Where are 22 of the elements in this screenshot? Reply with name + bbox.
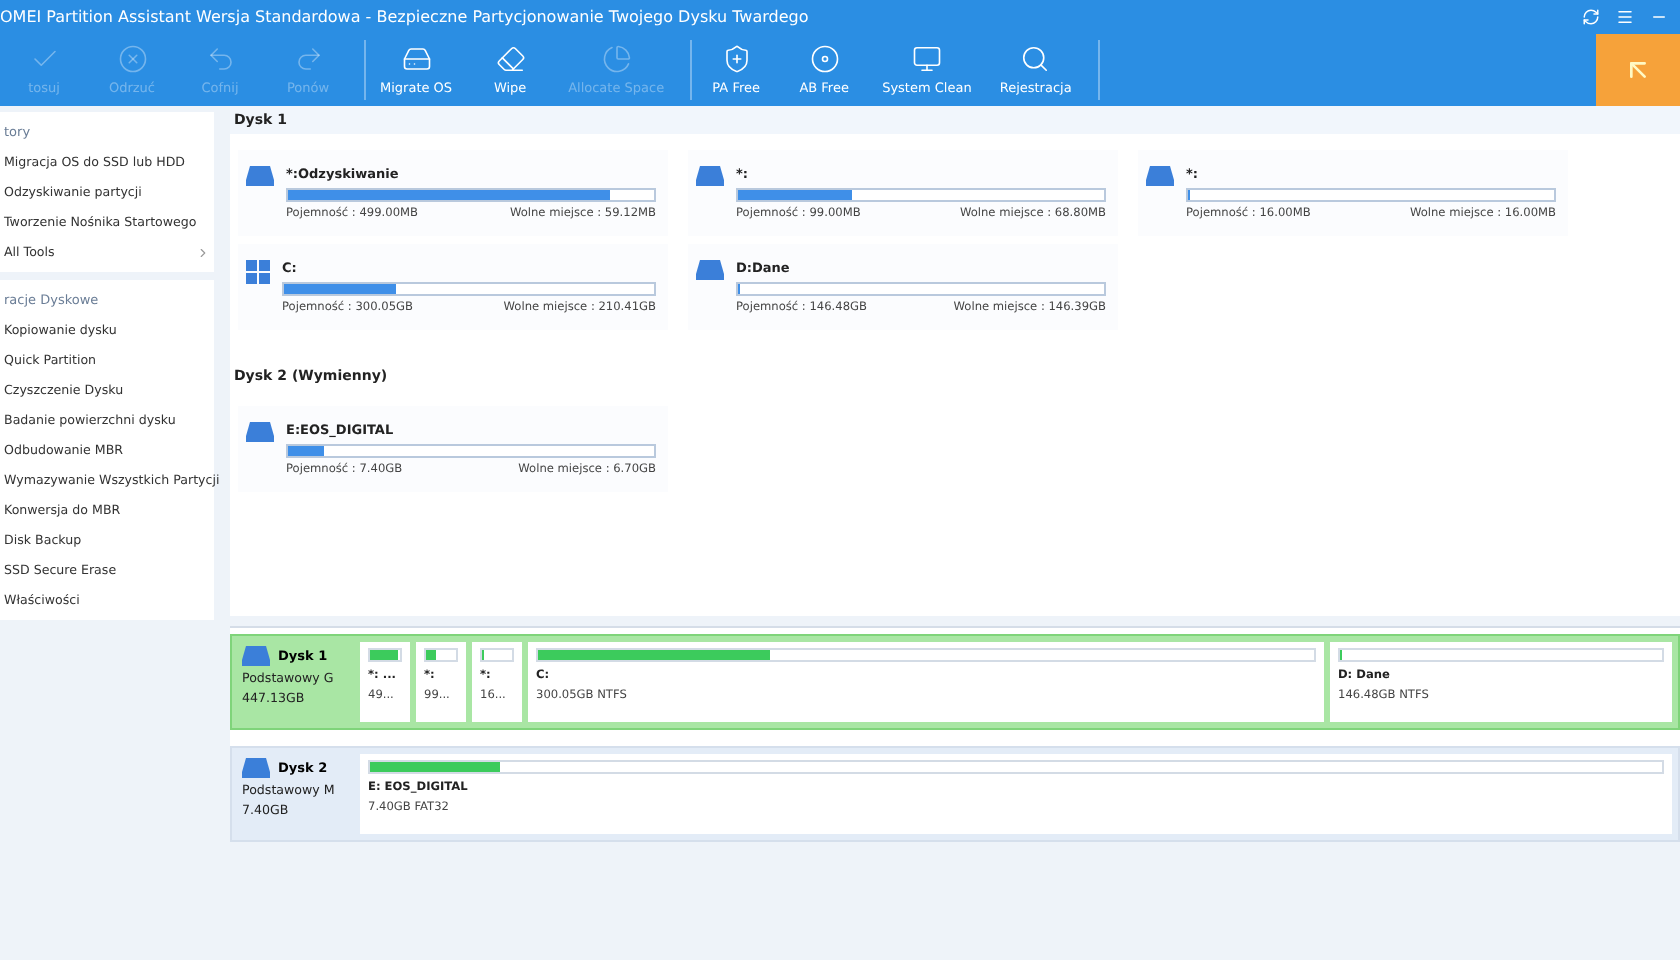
drive-icon	[242, 758, 270, 778]
shield-plus-icon	[721, 44, 752, 74]
eraser-icon	[495, 44, 526, 74]
redo-icon	[293, 44, 323, 74]
refresh-icon[interactable]	[1582, 8, 1600, 26]
drive-icon	[696, 260, 724, 280]
drive-icon	[696, 166, 724, 186]
drive-icon	[242, 646, 270, 666]
drive-icon	[1146, 166, 1174, 186]
drive-icon	[246, 422, 274, 442]
menu-icon[interactable]	[1616, 8, 1634, 26]
undo-icon	[205, 44, 235, 74]
disc-icon	[809, 44, 840, 74]
window-title: OMEI Partition Assistant Wersja Standardowa - Bezpieczne Partycjonowanie Twojego Dysku Twardego	[0, 8, 809, 26]
chevron-right-icon	[196, 246, 210, 260]
monitor-icon	[911, 44, 942, 74]
windows-icon	[246, 260, 270, 284]
x-circle-icon	[117, 44, 147, 74]
drive-icon	[401, 44, 432, 74]
pie-chart-icon	[601, 44, 632, 74]
search-icon	[1020, 44, 1051, 74]
drive-icon	[246, 166, 274, 186]
